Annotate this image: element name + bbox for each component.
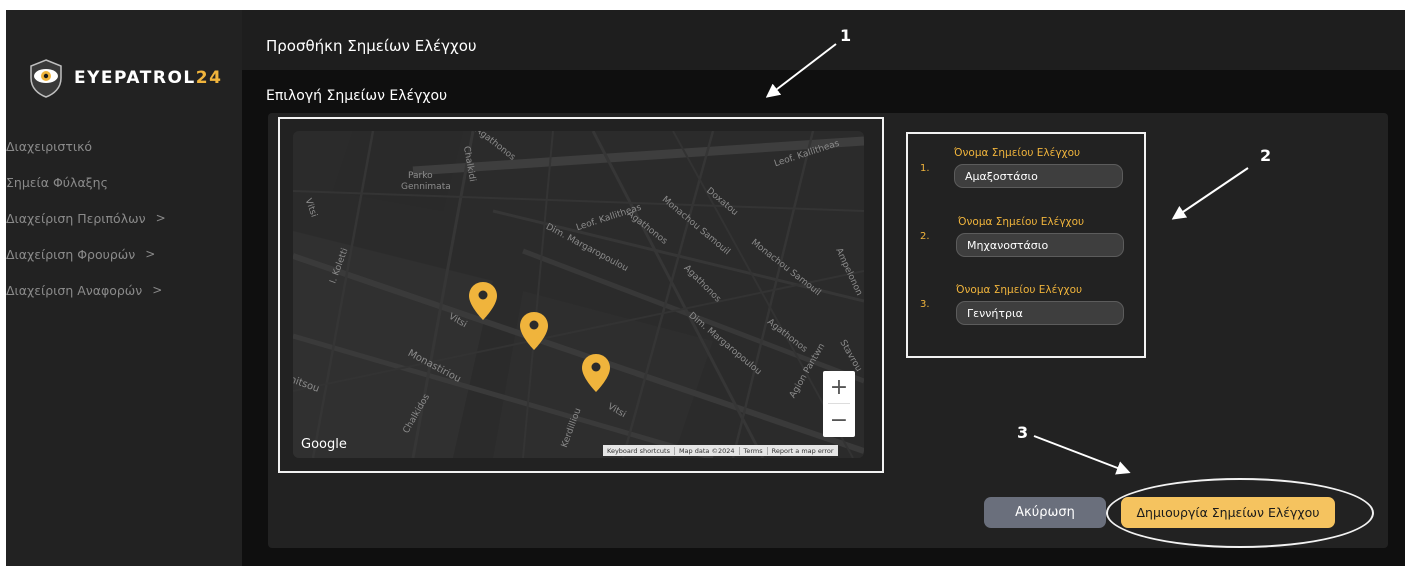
map-data-text: Map data ©2024 [675,446,740,455]
sidebar-item-admin[interactable]: Διαχειριστικό [6,128,242,164]
google-logo: Google [301,437,347,452]
annotation-number-3: 3 [1017,423,1029,442]
checkpoint-number: 2. [920,231,930,242]
annotation-number-1: 1 [840,26,852,45]
checkpoint-number: 3. [920,299,930,310]
sidebar-item-label: Διαχείριση Αναφορών [6,282,143,298]
sidebar-menu: Διαχειριστικό Σημεία Φύλαξης Διαχείριση … [6,128,242,308]
checkpoint-name-input-1[interactable]: Αμαξοστάσιο [954,164,1123,188]
keyboard-shortcuts-link[interactable]: Keyboard shortcuts [603,446,675,455]
sidebar-item-label: Διαχείριση Φρουρών [6,246,136,262]
cancel-button[interactable]: Ακύρωση [984,497,1106,528]
checkpoint-label: Όνομα Σημείου Ελέγχου [956,284,1083,296]
sidebar-item-guards[interactable]: Διαχείριση Φρουρών > [6,236,242,272]
map-view[interactable]: Agathonos Parko Gennimata Chalkidi Leof.… [293,131,864,458]
checkpoint-number: 1. [920,163,930,174]
map-pin-3[interactable] [581,353,611,393]
app-window: EYEPATROL24 Διαχειριστικό Σημεία Φύλαξης… [6,10,1405,566]
checkpoint-label: Όνομα Σημείου Ελέγχου [958,216,1085,228]
sidebar-item-reports[interactable]: Διαχείριση Αναφορών > [6,272,242,308]
report-map-error-link[interactable]: Report a map error [768,447,838,455]
checkpoint-name-input-3[interactable]: Γεννήτρια [956,301,1124,325]
zoom-out-button[interactable]: − [823,404,855,436]
annotation-number-2: 2 [1260,146,1272,165]
checkpoint-name-input-2[interactable]: Μηχανοστάσιο [956,233,1124,257]
zoom-in-button[interactable]: + [823,371,855,403]
sidebar-item-guard-points[interactable]: Σημεία Φύλαξης [6,164,242,200]
map-zoom-control: + − [823,371,855,437]
create-button-highlight-ellipse [1106,478,1374,548]
sidebar-item-label: Σημεία Φύλαξης [6,174,108,190]
sidebar: EYEPATROL24 Διαχειριστικό Σημεία Φύλαξης… [6,10,242,566]
sidebar-item-label: Διαχειριστικό [6,138,93,154]
page-title: Προσθήκη Σημείων Ελέγχου [266,37,477,55]
map-attribution: Keyboard shortcuts Map data ©2024 Terms … [603,445,838,456]
chevron-right-icon: > [145,247,156,261]
brand-logo[interactable]: EYEPATROL24 [28,58,222,98]
brand-name-main: EYEPATROL [74,68,196,88]
terms-link[interactable]: Terms [740,446,768,455]
brand-name-accent: 24 [195,68,223,88]
park-label: Parko [408,171,433,181]
checkpoint-panel: Agathonos Parko Gennimata Chalkidi Leof.… [268,113,1388,548]
chevron-right-icon: > [152,283,163,297]
park-label: Gennimata [401,182,451,192]
brand-name: EYEPATROL24 [74,68,222,88]
sidebar-item-patrols[interactable]: Διαχείριση Περιπόλων > [6,200,242,236]
map-pin-2[interactable] [519,311,549,351]
top-bar: Προσθήκη Σημείων Ελέγχου [242,10,1405,70]
chevron-right-icon: > [155,211,166,225]
section-title: Επιλογή Σημείων Ελέγχου [266,88,448,104]
checkpoint-label: Όνομα Σημείου Ελέγχου [954,147,1081,159]
sidebar-item-label: Διαχείριση Περιπόλων [6,210,146,226]
main-content: Επιλογή Σημείων Ελέγχου Agathonos Parko … [242,70,1405,566]
eye-shield-icon [28,58,64,98]
map-pin-1[interactable] [468,281,498,321]
